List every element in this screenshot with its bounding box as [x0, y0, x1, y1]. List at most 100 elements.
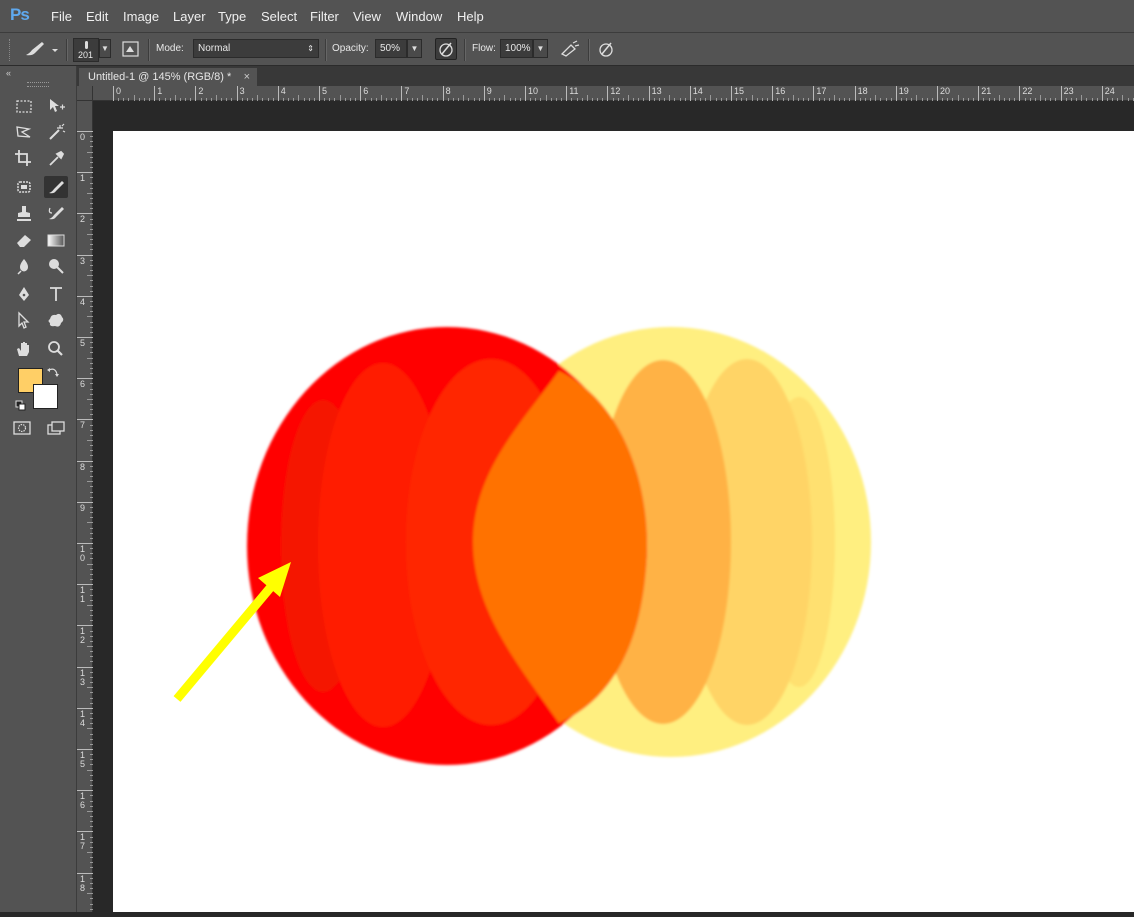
document-tab[interactable]: Untitled-1 @ 145% (RGB/8) * ×: [79, 68, 257, 86]
marquee-tool[interactable]: [12, 95, 36, 117]
menu-edit[interactable]: Edit: [86, 9, 108, 24]
ruler-minor-tick: [710, 95, 712, 101]
menu-select[interactable]: Select: [261, 9, 297, 24]
menu-layer[interactable]: Layer: [173, 9, 206, 24]
path-select-tool[interactable]: [12, 309, 36, 331]
swap-colors-toggle[interactable]: [47, 365, 59, 383]
ruler-minor-tick: [90, 692, 93, 694]
opacity-field[interactable]: 50%: [375, 39, 407, 58]
tool-preset-picker[interactable]: [22, 39, 62, 61]
pressure-opacity-toggle[interactable]: [435, 38, 457, 60]
horizontal-ruler[interactable]: 0 1 2 3 4 5 6 7 8 9 10 11 12 13 14 15 16 17 18 19 20 21 22 23 24: [93, 86, 1134, 101]
ruler-minor-tick: [669, 95, 671, 101]
spot-heal-tool[interactable]: [12, 176, 36, 198]
brush-panel-toggle[interactable]: [120, 39, 142, 59]
ruler-label: 11: [569, 86, 579, 96]
ruler-minor-tick: [545, 95, 547, 101]
ruler-major-tick: [978, 86, 980, 101]
crop-tool[interactable]: [12, 147, 36, 169]
menu-image[interactable]: Image: [123, 9, 159, 24]
flow-field[interactable]: 100%: [500, 39, 533, 58]
vertical-ruler[interactable]: 0 1 2 3 4 5 6 7 8 9 10 11 12 13 14 15 16 17 18: [77, 101, 93, 912]
ruler-minor-tick: [87, 440, 93, 441]
blur-tool[interactable]: [12, 255, 36, 277]
hand-tool[interactable]: [12, 338, 36, 360]
opacity-dropdown[interactable]: ▼: [407, 39, 422, 58]
history-brush-tool[interactable]: [44, 202, 68, 224]
quick-mask-toggle[interactable]: [10, 417, 34, 439]
ruler-minor-tick: [715, 98, 717, 101]
airbrush-toggle[interactable]: [559, 39, 581, 59]
ruler-major-tick: [319, 86, 320, 101]
ruler-minor-tick: [586, 95, 588, 101]
ruler-minor-tick: [90, 553, 93, 555]
ruler-minor-tick: [90, 733, 93, 735]
ruler-minor-tick: [864, 98, 866, 101]
ruler-minor-tick: [87, 769, 93, 771]
ruler-minor-tick: [90, 759, 93, 761]
move-tool[interactable]: [44, 95, 68, 117]
ruler-minor-tick: [90, 161, 93, 163]
type-tool[interactable]: [44, 283, 68, 305]
menu-window[interactable]: Window: [396, 9, 442, 24]
ruler-label: 6: [363, 86, 369, 96]
magic-wand-tool[interactable]: [44, 121, 68, 143]
ruler-minor-tick: [179, 98, 181, 101]
ruler-minor-tick: [90, 805, 93, 807]
menu-file[interactable]: File: [51, 9, 72, 24]
ruler-minor-tick: [90, 259, 93, 261]
default-colors-toggle[interactable]: [15, 399, 27, 417]
pen-tool[interactable]: [12, 283, 36, 305]
ruler-minor-tick: [684, 98, 686, 101]
eyedropper-tool[interactable]: [44, 147, 68, 169]
ruler-minor-tick: [313, 98, 315, 101]
clone-stamp-tool[interactable]: [12, 202, 36, 224]
zoom-tool[interactable]: [44, 338, 68, 360]
ruler-minor-tick: [463, 95, 465, 101]
background-color-swatch[interactable]: [33, 384, 58, 409]
brush-size-dropdown[interactable]: ▼: [99, 39, 111, 58]
ruler-minor-tick: [90, 857, 93, 859]
screen-mode-toggle[interactable]: [44, 417, 68, 439]
lasso-tool[interactable]: [12, 121, 36, 143]
ruler-minor-tick: [720, 98, 722, 101]
ruler-minor-tick: [149, 98, 151, 101]
dodge-tool[interactable]: [44, 255, 68, 277]
ruler-minor-tick: [216, 95, 217, 101]
flow-dropdown[interactable]: ▼: [533, 39, 548, 58]
menu-view[interactable]: View: [353, 9, 381, 24]
ruler-minor-tick: [90, 841, 93, 843]
ruler-minor-tick: [674, 98, 676, 101]
ruler-minor-tick: [787, 98, 789, 101]
ruler-minor-tick: [90, 764, 93, 766]
pressure-size-toggle[interactable]: [596, 39, 618, 59]
ruler-minor-tick: [90, 651, 93, 653]
mode-select[interactable]: Normal ⇕: [193, 39, 319, 58]
eraser-tool[interactable]: [12, 229, 36, 251]
ruler-minor-tick: [1096, 98, 1098, 101]
ruler-minor-tick: [90, 146, 93, 148]
document-canvas[interactable]: [113, 131, 1134, 912]
menu-filter[interactable]: Filter: [310, 9, 339, 24]
ruler-minor-tick: [581, 98, 583, 101]
ruler-minor-tick: [1076, 98, 1078, 101]
ruler-minor-tick: [90, 558, 93, 560]
brush-size-picker[interactable]: 201: [73, 38, 99, 62]
document-tab-title: Untitled-1 @ 145% (RGB/8) *: [88, 71, 232, 83]
ruler-minor-tick: [1003, 98, 1005, 101]
brush-icon: [49, 181, 64, 194]
shape-tool[interactable]: [44, 309, 68, 331]
gradient-tool[interactable]: [44, 229, 68, 251]
ruler-origin[interactable]: [77, 86, 93, 101]
ruler-minor-tick: [241, 98, 243, 101]
ruler-minor-tick: [375, 98, 377, 101]
ruler-minor-tick: [87, 481, 93, 483]
collapse-panel-icon[interactable]: «: [6, 68, 11, 78]
ruler-minor-tick: [87, 234, 93, 235]
ruler-major-tick: [442, 86, 444, 101]
brush-tool[interactable]: [44, 176, 68, 198]
menu-help[interactable]: Help: [457, 9, 484, 24]
type-icon: [50, 287, 62, 301]
close-tab-icon[interactable]: ×: [244, 68, 250, 86]
menu-type[interactable]: Type: [218, 9, 246, 24]
